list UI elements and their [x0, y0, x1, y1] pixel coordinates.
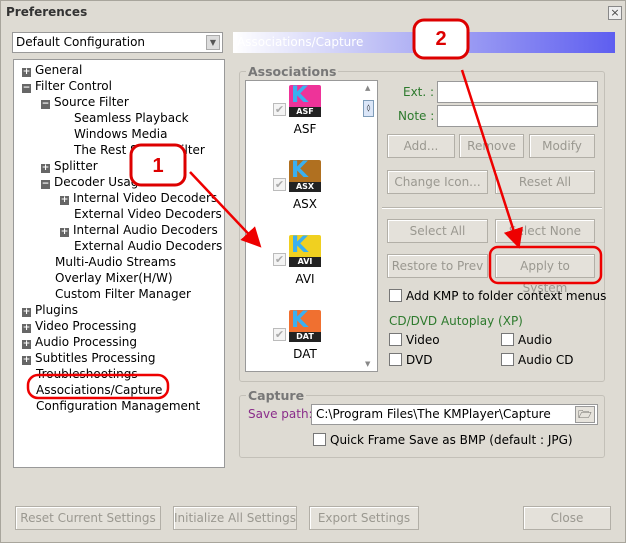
arrow-2 [460, 69, 523, 249]
highlight-associations [26, 373, 170, 400]
arrow-1 [189, 171, 262, 248]
annotation-overlay: 1 2 [26, 18, 603, 400]
callout-1-text: 1 [152, 155, 163, 177]
callout-2-text: 2 [435, 28, 446, 50]
highlight-apply [488, 245, 603, 285]
